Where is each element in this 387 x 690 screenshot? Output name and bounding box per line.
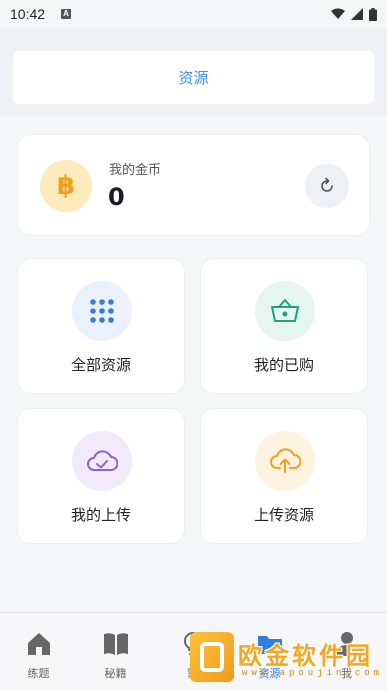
status-time: 10:42 bbox=[10, 6, 46, 22]
upload-resources-card[interactable]: 上传资源 bbox=[200, 408, 368, 544]
basket-icon bbox=[255, 281, 315, 341]
purchased-label: 我的已购 bbox=[253, 356, 314, 374]
refresh-icon bbox=[321, 177, 333, 192]
purchased-card[interactable]: 我的已购 bbox=[200, 258, 368, 394]
page-title-card: 资源 bbox=[13, 51, 374, 104]
coin-label: 我的金币 bbox=[109, 163, 162, 178]
cloud-check-icon bbox=[72, 431, 132, 491]
cloud-upload-icon bbox=[255, 431, 315, 491]
book-icon bbox=[104, 633, 128, 655]
coin-symbol: ฿ bbox=[56, 171, 76, 201]
all-resources-card[interactable]: 全部资源 bbox=[17, 258, 185, 394]
coin-icon: ฿ bbox=[40, 160, 92, 212]
watermark-logo bbox=[190, 632, 234, 682]
page-title: 资源 bbox=[178, 69, 209, 87]
wifi-icon bbox=[331, 8, 345, 19]
status-bar: 10:42 A bbox=[0, 0, 387, 28]
battery-icon bbox=[369, 7, 377, 21]
my-uploads-card[interactable]: 我的上传 bbox=[17, 408, 185, 544]
coin-balance-card: ฿ 我的金币 0 bbox=[17, 134, 370, 236]
notification-icon: A bbox=[61, 9, 72, 19]
coin-value: 0 bbox=[108, 183, 125, 211]
refresh-button[interactable] bbox=[305, 164, 349, 208]
grid-icon bbox=[72, 281, 132, 341]
watermark: 欧金软件园 www.apoujin.com bbox=[190, 632, 382, 684]
my-uploads-label: 我的上传 bbox=[70, 506, 131, 524]
tab-cheats-label: 秘籍 bbox=[104, 667, 127, 680]
tab-practice[interactable]: 练题 bbox=[0, 613, 77, 690]
all-resources-label: 全部资源 bbox=[70, 356, 131, 374]
home-icon bbox=[28, 633, 50, 655]
tab-cheats[interactable]: 秘籍 bbox=[77, 613, 154, 690]
watermark-text: 欧金软件园 bbox=[238, 642, 373, 670]
tab-practice-label: 练题 bbox=[27, 667, 50, 680]
status-indicators bbox=[331, 7, 377, 21]
signal-icon bbox=[351, 8, 363, 20]
upload-resources-label: 上传资源 bbox=[253, 506, 314, 524]
watermark-url: www.apoujin.com bbox=[242, 668, 384, 678]
